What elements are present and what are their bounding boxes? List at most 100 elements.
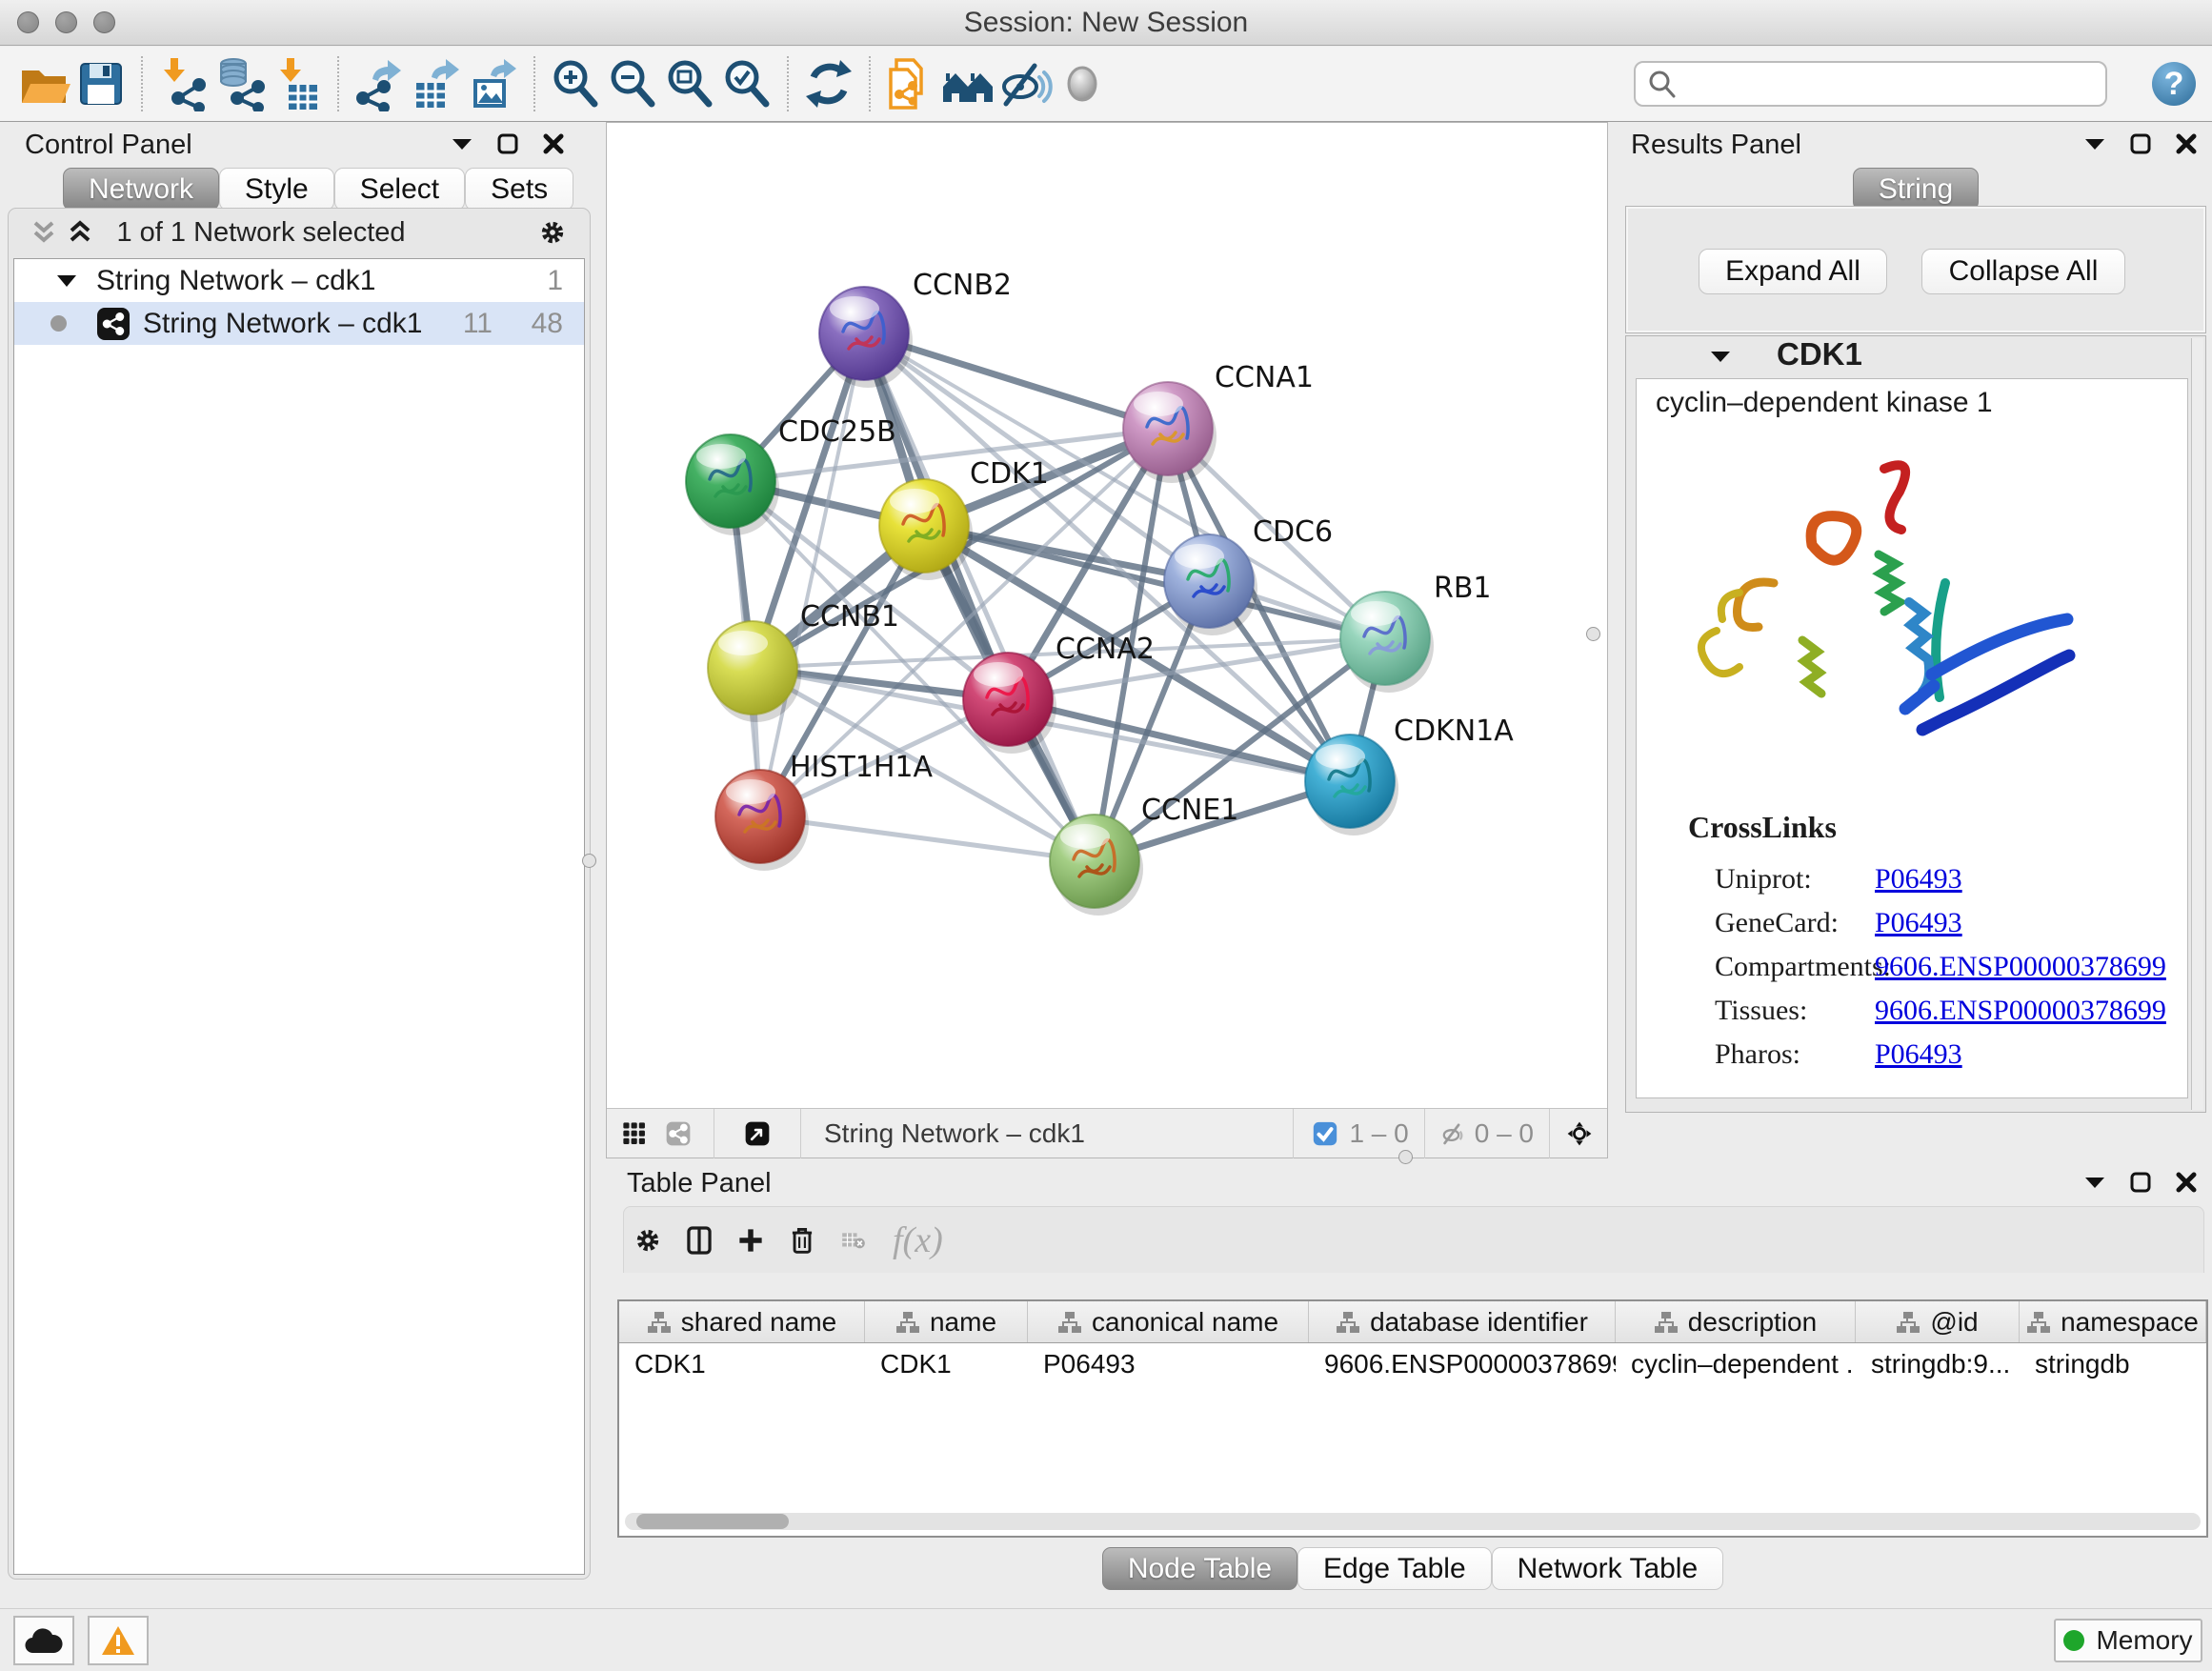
tab-select[interactable]: Select bbox=[334, 168, 465, 211]
results-scrollbar[interactable] bbox=[2191, 338, 2203, 1110]
table-options-gear[interactable] bbox=[635, 1228, 660, 1253]
function-builder-button-disabled[interactable]: f(x) bbox=[893, 1219, 943, 1261]
export-network-button[interactable] bbox=[351, 54, 408, 113]
hidden-eye-slash-icon[interactable] bbox=[1440, 1121, 1465, 1146]
column-header[interactable]: canonical name bbox=[1028, 1301, 1309, 1342]
table-horizontal-scrollbar[interactable] bbox=[625, 1513, 2201, 1530]
tab-network[interactable]: Network bbox=[63, 168, 219, 211]
network-row[interactable]: String Network – cdk1 11 48 bbox=[14, 302, 584, 345]
help-button[interactable]: ? bbox=[2149, 59, 2199, 109]
hide-graphics-details-button[interactable] bbox=[996, 54, 1054, 113]
status-bar: Memory bbox=[0, 1608, 2212, 1671]
import-network-from-file-button[interactable] bbox=[154, 54, 211, 113]
search-field bbox=[1634, 61, 2107, 107]
column-header[interactable]: shared name bbox=[619, 1301, 865, 1342]
tab-node-table[interactable]: Node Table bbox=[1102, 1547, 1297, 1590]
collapse-all-button[interactable]: Collapse All bbox=[1921, 249, 2125, 294]
crosslink-tissues-link[interactable]: 9606.ENSP00000378699 bbox=[1875, 995, 2166, 1027]
node-label-RB1: RB1 bbox=[1434, 572, 1492, 605]
sitemap-icon bbox=[2026, 1311, 2051, 1334]
tab-edge-table[interactable]: Edge Table bbox=[1297, 1547, 1492, 1590]
cloud-status-button[interactable] bbox=[13, 1616, 74, 1665]
warnings-button[interactable] bbox=[88, 1616, 149, 1665]
expand-all-button[interactable]: Expand All bbox=[1699, 249, 1887, 294]
import-network-from-database-button[interactable] bbox=[211, 54, 269, 113]
apply-preferred-layout-button[interactable] bbox=[800, 54, 857, 113]
left-splitter-handle[interactable] bbox=[582, 854, 596, 868]
delete-column-button[interactable] bbox=[790, 1228, 814, 1253]
node-label-HIST1H1A: HIST1H1A bbox=[790, 751, 934, 784]
results-panel-float-button[interactable] bbox=[2128, 131, 2153, 156]
tab-sets[interactable]: Sets bbox=[465, 168, 573, 211]
network-panel-box: 1 of 1 Network selected String Network –… bbox=[8, 208, 591, 1580]
delete-table-button-disabled[interactable] bbox=[841, 1228, 866, 1253]
network-canvas[interactable]: CCNB2CCNA1CDC25BCDK1CDC6RB1CCNB1CCNA2CDK… bbox=[607, 123, 1607, 1108]
column-header[interactable]: description bbox=[1616, 1301, 1856, 1342]
cell-id[interactable]: stringdb:9... bbox=[1856, 1343, 2020, 1385]
table-row[interactable]: CDK1 CDK1 P06493 9606.ENSP00000378699 cy… bbox=[619, 1343, 2206, 1385]
crosslink-pharos-link[interactable]: P06493 bbox=[1875, 1038, 1962, 1071]
control-panel-float-button[interactable] bbox=[495, 131, 520, 156]
crosslink-compartments-link[interactable]: 9606.ENSP00000378699 bbox=[1875, 951, 2166, 983]
string-view-badge[interactable] bbox=[666, 1121, 691, 1146]
table-panel-close-button[interactable] bbox=[2174, 1170, 2199, 1195]
sitemap-icon bbox=[1654, 1311, 1679, 1334]
network-overview-button[interactable] bbox=[939, 54, 996, 113]
right-splitter-handle[interactable] bbox=[1586, 627, 1600, 641]
tab-style[interactable]: Style bbox=[219, 168, 334, 211]
save-session-button[interactable] bbox=[72, 54, 130, 113]
zoom-selected-button[interactable] bbox=[718, 54, 775, 113]
crosslink-uniprot-link[interactable]: P06493 bbox=[1875, 863, 1962, 896]
zoom-in-button[interactable] bbox=[547, 54, 604, 113]
node-label-CCNE1: CCNE1 bbox=[1141, 794, 1238, 827]
crosslink-genecard-link[interactable]: P06493 bbox=[1875, 907, 1962, 939]
cell-description[interactable]: cyclin–dependent ... bbox=[1616, 1343, 1856, 1385]
add-column-button[interactable] bbox=[738, 1228, 763, 1253]
open-session-button[interactable] bbox=[15, 54, 72, 113]
results-panel-menu-caret[interactable] bbox=[2082, 131, 2107, 156]
column-header[interactable]: database identifier bbox=[1309, 1301, 1616, 1342]
horizontal-splitter-handle[interactable] bbox=[1398, 1150, 1413, 1164]
results-panel-close-button[interactable] bbox=[2174, 131, 2199, 156]
edge-HIST1H1A-CCNE1[interactable] bbox=[760, 816, 1095, 861]
export-table-button[interactable] bbox=[408, 54, 465, 113]
sitemap-icon bbox=[647, 1311, 672, 1334]
cell-shared-name[interactable]: CDK1 bbox=[619, 1343, 865, 1385]
cell-canonical-name[interactable]: P06493 bbox=[1028, 1343, 1309, 1385]
show-columns-button[interactable] bbox=[687, 1228, 712, 1253]
detach-view-button[interactable] bbox=[745, 1121, 770, 1146]
zoom-out-button[interactable] bbox=[604, 54, 661, 113]
column-header[interactable]: name bbox=[865, 1301, 1028, 1342]
column-header[interactable]: namespace bbox=[2020, 1301, 2206, 1342]
string-import-button[interactable] bbox=[882, 54, 939, 113]
selected-checkbox[interactable] bbox=[1313, 1121, 1337, 1146]
export-image-button[interactable] bbox=[465, 54, 522, 113]
network-collection-row[interactable]: String Network – cdk1 1 bbox=[14, 259, 584, 302]
toolbar-separator bbox=[337, 56, 339, 111]
view-grid-button[interactable] bbox=[622, 1121, 647, 1146]
toolbar-separator bbox=[533, 56, 535, 111]
column-label: description bbox=[1688, 1307, 1817, 1338]
gene-entry-caret[interactable] bbox=[1708, 344, 1733, 369]
import-table-from-file-button[interactable] bbox=[269, 54, 326, 113]
network-edge-count: 48 bbox=[532, 308, 563, 340]
network-options-gear[interactable] bbox=[540, 220, 565, 245]
tab-string-results[interactable]: String bbox=[1853, 168, 1979, 211]
scrollbar-thumb[interactable] bbox=[636, 1514, 789, 1529]
collection-caret[interactable] bbox=[56, 273, 77, 289]
toolbar-separator bbox=[869, 56, 871, 111]
tab-network-table[interactable]: Network Table bbox=[1492, 1547, 1724, 1590]
search-input[interactable] bbox=[1678, 69, 2078, 99]
cell-name[interactable]: CDK1 bbox=[865, 1343, 1028, 1385]
birds-eye-crosshair-button[interactable] bbox=[1567, 1121, 1592, 1146]
table-panel-float-button[interactable] bbox=[2128, 1170, 2153, 1195]
control-panel-close-button[interactable] bbox=[541, 131, 566, 156]
memory-button[interactable]: Memory bbox=[2054, 1619, 2202, 1662]
column-header[interactable]: @id bbox=[1856, 1301, 2020, 1342]
zoom-fit-button[interactable] bbox=[661, 54, 718, 113]
control-panel-menu-caret[interactable] bbox=[450, 131, 474, 156]
cell-namespace[interactable]: stringdb bbox=[2020, 1343, 2206, 1385]
cell-database-identifier[interactable]: 9606.ENSP00000378699 bbox=[1309, 1343, 1616, 1385]
table-panel-menu-caret[interactable] bbox=[2082, 1170, 2107, 1195]
show-graphics-details-button[interactable] bbox=[1054, 54, 1111, 113]
